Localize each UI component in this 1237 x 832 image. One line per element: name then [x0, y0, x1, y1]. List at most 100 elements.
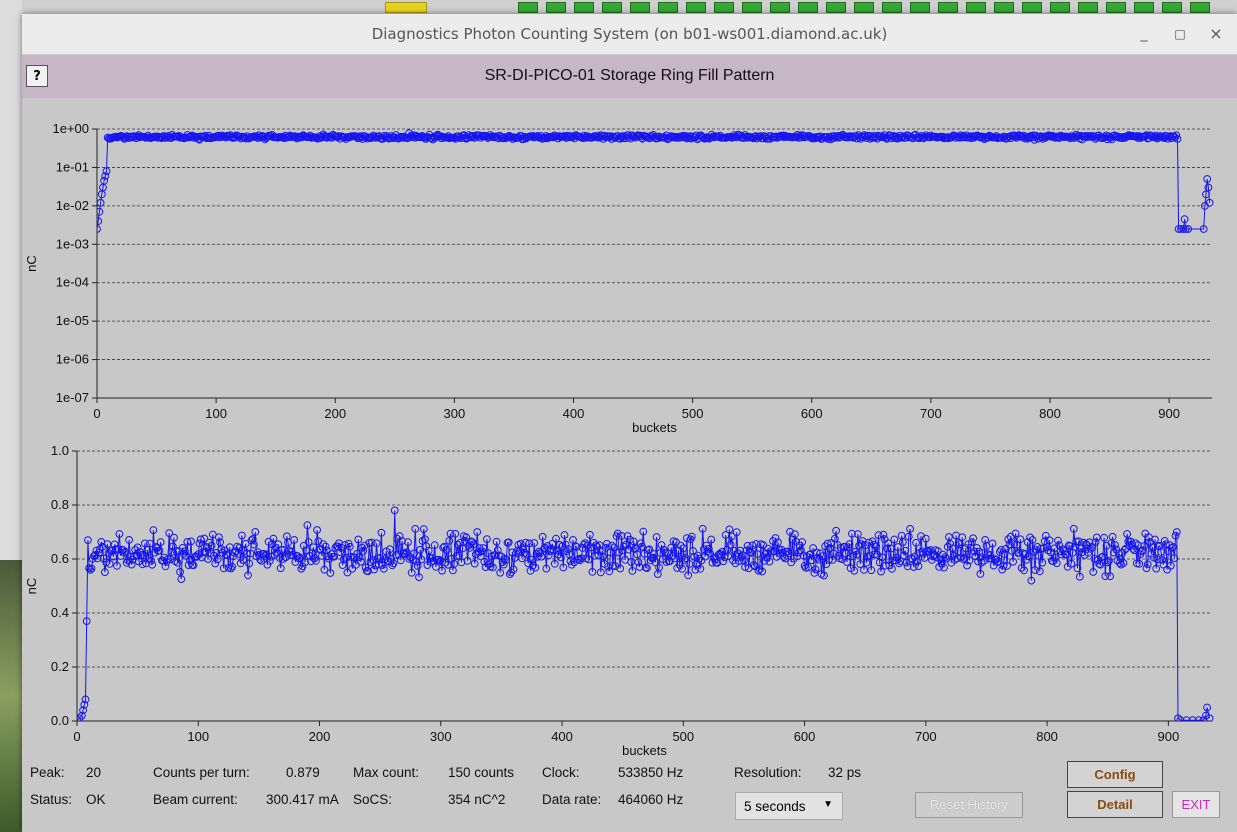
plot-data-series: [97, 129, 1214, 233]
status-led: [1106, 2, 1126, 13]
x-tick-label: 400: [563, 406, 585, 421]
status-led: [1050, 2, 1070, 13]
y-tick-label: 1e-01: [56, 159, 89, 174]
status-led: [714, 2, 734, 13]
clock-value: 533850 Hz: [618, 765, 684, 780]
y-tick-label: 1e-03: [56, 236, 89, 251]
reset-history-button[interactable]: Reset History: [915, 792, 1023, 818]
status-led: [1078, 2, 1098, 13]
status-led: [546, 2, 566, 13]
detail-button[interactable]: Detail: [1067, 791, 1163, 818]
status-led: [1022, 2, 1042, 13]
beam-current-value: 300.417 mA: [266, 792, 339, 807]
x-tick-label: 700: [915, 729, 937, 744]
x-axis-label: buckets: [622, 743, 667, 758]
y-tick-label: 0.8: [51, 497, 69, 512]
counts-per-turn-label: Counts per turn:: [153, 765, 250, 780]
status-led: [854, 2, 874, 13]
x-tick-label: 700: [920, 406, 942, 421]
x-tick-label: 100: [205, 406, 227, 421]
status-led: [770, 2, 790, 13]
resolution-label: Resolution:: [734, 765, 802, 780]
x-tick-label: 0: [93, 406, 100, 421]
y-tick-label: 1e-07: [56, 390, 89, 405]
fill-pattern-plots: 1e+00 1e-01 1e-02 1e-03 1e-04 1e-05 1e-06 1e-07…: [24, 121, 1214, 758]
status-led: [518, 2, 538, 13]
status-led: [686, 2, 706, 13]
status-led: [882, 2, 902, 13]
x-tick-label: 200: [324, 406, 346, 421]
socs-label: SoCS:: [353, 792, 393, 807]
x-tick-label: 500: [672, 729, 694, 744]
data-rate-label: Data rate:: [542, 792, 602, 807]
maximize-button[interactable]: □: [1170, 24, 1190, 44]
linear-plot: 1.0 0.8 0.6 0.4 0.2 0.0 0 100 200 300 400 500 600 700…: [24, 443, 1214, 758]
max-count-label: Max count:: [353, 765, 420, 780]
y-tick-label: 1e-02: [56, 198, 89, 213]
max-count-value: 150 counts: [448, 765, 515, 780]
socs-value: 354 nC^2: [448, 792, 506, 807]
close-button[interactable]: ×: [1206, 24, 1226, 44]
status-led: [798, 2, 818, 13]
history-period-value: 5 seconds: [744, 799, 806, 814]
beam-current-label: Beam current:: [153, 792, 238, 807]
chevron-down-icon: ▼: [823, 799, 833, 810]
x-tick-label: 600: [801, 406, 823, 421]
status-label: Status:: [30, 792, 73, 807]
status-value: OK: [86, 792, 106, 807]
desktop-panel-strip: [22, 0, 1237, 14]
y-tick-label: 0.0: [51, 713, 69, 728]
y-axis-label: nC: [24, 255, 39, 272]
clock-label: Clock:: [542, 765, 580, 780]
x-tick-label: 100: [187, 729, 209, 744]
log-plot: 1e+00 1e-01 1e-02 1e-03 1e-04 1e-05 1e-06 1e-07…: [24, 121, 1214, 435]
app-window: Diagnostics Photon Counting System (on b…: [22, 14, 1237, 832]
status-led: [742, 2, 762, 13]
series-line: [97, 131, 1211, 230]
status-led: [1162, 2, 1182, 13]
resolution-value: 32 ps: [828, 765, 862, 780]
history-period-select[interactable]: 5 seconds ▼: [735, 792, 843, 820]
minimize-button[interactable]: _: [1134, 24, 1154, 44]
x-tick-label: 400: [551, 729, 573, 744]
page-title: SR-DI-PICO-01 Storage Ring Fill Pattern: [484, 67, 775, 84]
y-tick-label: 1e-06: [56, 352, 89, 367]
status-led: [1190, 2, 1210, 13]
peak-label: Peak:: [30, 765, 65, 780]
y-tick-label: 0.2: [51, 659, 69, 674]
x-tick-label: 300: [444, 406, 466, 421]
x-tick-label: 0: [73, 729, 80, 744]
y-tick-label: 1e-05: [56, 313, 89, 328]
status-led: [574, 2, 594, 13]
y-axis-label: nC: [24, 578, 39, 595]
status-led: [966, 2, 986, 13]
window-title: Diagnostics Photon Counting System (on b…: [371, 25, 888, 43]
x-tick-label: 800: [1036, 729, 1058, 744]
y-tick-label: 1e+00: [52, 121, 89, 136]
series-line: [77, 510, 1211, 721]
status-led: [826, 2, 846, 13]
y-tick-label: 1.0: [51, 443, 69, 458]
y-tick-label: 1e-04: [56, 275, 89, 290]
status-led: [910, 2, 930, 13]
y-tick-label: 0.6: [51, 551, 69, 566]
x-tick-label: 900: [1157, 729, 1179, 744]
x-axis-label: buckets: [632, 420, 677, 435]
x-tick-label: 300: [430, 729, 452, 744]
status-led: [658, 2, 678, 13]
config-button[interactable]: Config: [1067, 761, 1163, 788]
counts-per-turn-value: 0.879: [286, 765, 320, 780]
data-rate-value: 464060 Hz: [618, 792, 684, 807]
status-led: [630, 2, 650, 13]
panel-header: ? SR-DI-PICO-01 Storage Ring Fill Patter…: [22, 55, 1237, 98]
x-tick-label: 900: [1158, 406, 1180, 421]
peak-value: 20: [86, 765, 102, 780]
status-led: [994, 2, 1014, 13]
title-bar[interactable]: Diagnostics Photon Counting System (on b…: [22, 14, 1237, 55]
status-led: [938, 2, 958, 13]
desktop-background: [0, 0, 22, 832]
y-tick-label: 0.4: [51, 605, 69, 620]
x-tick-label: 600: [794, 729, 816, 744]
x-tick-label: 800: [1039, 406, 1061, 421]
exit-button[interactable]: EXIT: [1172, 791, 1220, 818]
